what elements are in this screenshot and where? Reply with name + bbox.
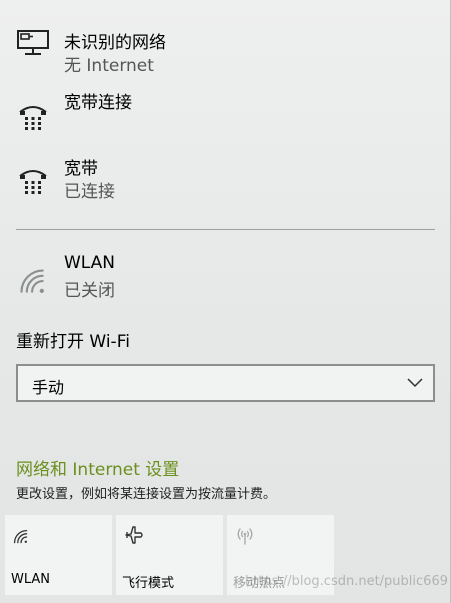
chevron-down-icon [407,378,423,388]
network-settings-link[interactable]: 网络和 Internet 设置 [16,455,179,480]
network-name: 未识别的网络 [64,33,166,53]
settings-description: 更改设置，例如将某连接设置为按流量计费。 [16,487,277,502]
quick-action-wlan[interactable]: WLAN [5,515,112,595]
network-status: 无 Internet [64,56,154,76]
dialup-icon [19,170,47,194]
monitor-network-icon [17,30,49,55]
wifi-icon [20,269,44,293]
dialup-icon [19,106,47,130]
wlan-name: WLAN [64,253,116,273]
quick-action-label: 飞行模式 [122,576,175,591]
wlan-item[interactable]: WLAN 已关闭 [0,241,451,313]
hotspot-icon [237,528,253,545]
network-status: 已连接 [64,182,115,202]
airplane-icon [125,526,143,544]
quick-action-airplane[interactable]: 飞行模式 [116,515,223,595]
section-divider [16,229,435,230]
wifi-icon [13,529,28,544]
reopen-wifi-select[interactable]: 手动 [16,364,435,402]
wlan-status: 已关闭 [64,281,115,301]
watermark: https://blog.csdn.net/public669 [245,574,448,589]
network-name: 宽带连接 [64,93,132,113]
network-item-broadband[interactable]: 宽带 已连接 [0,142,451,214]
network-item-unidentified[interactable]: 未识别的网络 无 Internet [0,12,451,84]
select-value: 手动 [32,378,65,397]
network-name: 宽带 [64,159,98,179]
quick-action-label: WLAN [11,572,51,587]
reopen-wifi-label: 重新打开 Wi-Fi [16,332,130,352]
